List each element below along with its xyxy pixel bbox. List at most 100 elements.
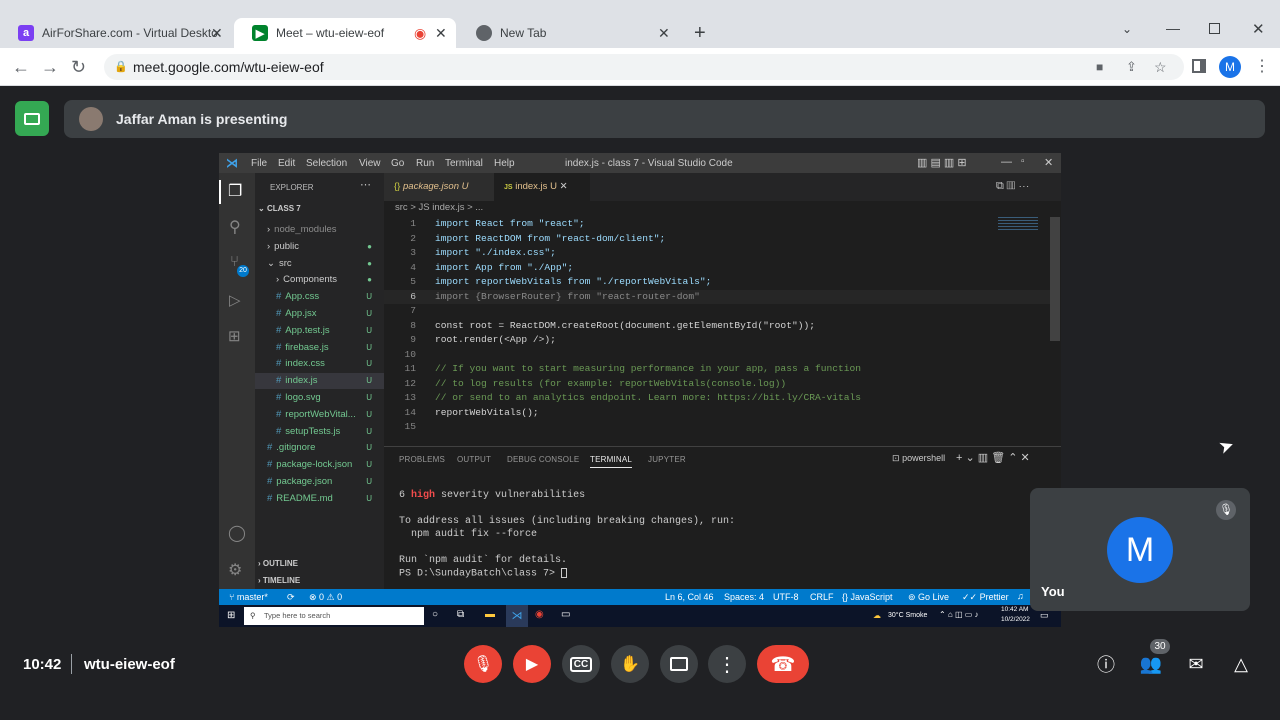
camera-indicator-icon[interactable]: ■ [1096, 54, 1103, 80]
encoding[interactable]: UTF-8 [773, 592, 799, 602]
restore-icon[interactable] [1209, 23, 1220, 34]
terminal-prompt[interactable]: PS D:\SundayBatch\class 7> [399, 568, 568, 580]
vs-close-icon[interactable]: ✕ [1044, 156, 1053, 169]
explorer-more-icon[interactable]: ⋯ [360, 178, 371, 191]
breadcrumb-more[interactable]: > ... [467, 202, 483, 213]
menu-view[interactable]: View [359, 158, 381, 169]
explorer-item[interactable]: # App.css U [255, 289, 384, 305]
go-live[interactable]: ⊚ Go Live [908, 592, 949, 603]
eol[interactable]: CRLF [810, 592, 834, 602]
notifications-icon[interactable]: ♫ [1017, 591, 1024, 601]
forward-arrow-icon[interactable]: → [41, 57, 59, 77]
run-debug-icon[interactable]: ▷ [229, 291, 241, 309]
profile-avatar[interactable]: M [1219, 56, 1241, 78]
chrome-menu-icon[interactable]: ⋮ [1254, 56, 1270, 76]
explorer-item[interactable]: › public ● [255, 239, 384, 255]
minimize-icon[interactable]: — [1166, 20, 1180, 36]
captions-button[interactable]: CC [562, 645, 600, 683]
share-icon[interactable]: ⇪ [1126, 54, 1137, 80]
explorer-item[interactable]: # README.md U [255, 491, 384, 507]
menu-help[interactable]: Help [494, 158, 515, 169]
language-mode[interactable]: {} JavaScript [842, 592, 893, 602]
leave-call-button[interactable]: ☎ [757, 645, 809, 683]
explorer-item[interactable]: # logo.svg U [255, 390, 384, 406]
close-window-icon[interactable]: ✕ [1252, 20, 1265, 38]
explorer-item[interactable]: # .gitignore U [255, 440, 384, 456]
indent-setting[interactable]: Spaces: 4 [724, 592, 764, 602]
menu-go[interactable]: Go [391, 158, 404, 169]
terminal-actions-icons[interactable]: + ⌄ ▥ 🗑 ⌃ ✕ [956, 451, 1030, 464]
breadcrumb-src[interactable]: src [395, 202, 408, 213]
presentation-icon[interactable] [15, 101, 49, 136]
panel-tab-problems[interactable]: PROBLEMS [399, 455, 445, 464]
bookmark-star-icon[interactable]: ☆ [1154, 54, 1167, 80]
problems-count[interactable]: ⊗ 0 ⚠ 0 [309, 592, 342, 603]
explorer-item[interactable]: # firebase.js U [255, 340, 384, 356]
prettier[interactable]: ✓✓ Prettier [962, 592, 1009, 603]
account-icon[interactable]: ◯ [228, 523, 246, 543]
extensions-icon[interactable]: ⊞ [228, 327, 241, 345]
url-field[interactable]: 🔒 meet.google.com/wtu-eiew-eof ■ ⇪ ☆ [104, 54, 1184, 80]
more-options-button[interactable]: ⋮ [708, 645, 746, 683]
taskbar-vscode-icon[interactable]: ⋊ [506, 605, 528, 627]
new-tab-plus-icon[interactable]: + [694, 22, 706, 45]
present-now-button[interactable] [660, 645, 698, 683]
tab-airforshare[interactable]: a AirForShare.com - Virtual Deskto ✕ [0, 18, 232, 48]
menu-run[interactable]: Run [416, 158, 434, 169]
menu-edit[interactable]: Edit [278, 158, 295, 169]
task-view-icon[interactable]: ⧉ [457, 609, 464, 620]
file-explorer-icon[interactable]: ▬ [485, 609, 495, 620]
explorer-item[interactable]: › node_modules [255, 222, 384, 238]
close-tab-icon[interactable]: ✕ [211, 25, 223, 42]
reload-icon[interactable]: ↻ [71, 57, 86, 77]
self-view-tile[interactable]: 🎙 M You [1030, 488, 1250, 611]
panel-tab-debug-console[interactable]: DEBUG CONSOLE [507, 455, 579, 464]
activities-icon[interactable]: △ [1229, 652, 1253, 676]
raise-hand-button[interactable]: ✋ [611, 645, 649, 683]
explorer-item[interactable]: # package-lock.json U [255, 457, 384, 473]
settings-gear-icon[interactable]: ⚙ [228, 560, 242, 580]
editor-scrollbar[interactable] [1050, 217, 1060, 341]
side-panel-icon[interactable] [1192, 59, 1206, 73]
explorer-item[interactable]: › Components ● [255, 272, 384, 288]
cursor-position[interactable]: Ln 6, Col 46 [665, 592, 714, 602]
windows-start-icon[interactable]: ⊞ [227, 610, 235, 621]
menu-terminal[interactable]: Terminal [445, 158, 483, 169]
search-icon[interactable]: ⚲ [229, 217, 241, 237]
breadcrumb-file[interactable]: JS index.js [419, 202, 465, 213]
weather-text[interactable]: 30°C Smoke [888, 612, 927, 619]
mic-off-button[interactable]: 🎙 [464, 645, 502, 683]
taskbar-chrome-icon[interactable]: ◉ [535, 609, 544, 620]
tab-package-json[interactable]: {} package.json U [384, 173, 494, 201]
taskbar-terminal-icon[interactable]: ▭ [561, 609, 570, 620]
explorer-item[interactable]: ⌄ src ● [255, 256, 384, 272]
back-arrow-icon[interactable]: ← [12, 57, 30, 77]
system-tray-icons[interactable]: ⌃ ⌂ ◫ ▭ ♪ [939, 610, 979, 619]
vs-restore-icon[interactable]: ▫ [1021, 156, 1025, 167]
timeline-section[interactable]: › TIMELINE [258, 576, 300, 585]
shell-selector[interactable]: ⊡ powershell [892, 453, 945, 464]
close-editor-icon[interactable]: ✕ [560, 181, 568, 192]
taskbar-time[interactable]: 10:42 AM [1001, 606, 1028, 613]
layout-toggle-icons[interactable]: ▥ ▤ ▥ ⊞ [917, 156, 967, 169]
menu-selection[interactable]: Selection [306, 158, 347, 169]
vs-minimize-icon[interactable]: — [1001, 156, 1012, 168]
code-editor[interactable]: src > JS index.js > ... 1 import React fr… [384, 201, 1061, 446]
tab-search-chevron-icon[interactable]: ⌄ [1122, 22, 1132, 36]
explorer-item[interactable]: # index.css U [255, 356, 384, 372]
chat-icon[interactable]: ✉ [1184, 652, 1208, 676]
people-icon[interactable]: 👥 [1139, 652, 1163, 676]
explorer-item[interactable]: # setupTests.js U [255, 424, 384, 440]
editor-action-icons[interactable]: ⧉ ▥ ⋯ [996, 180, 1029, 193]
git-branch[interactable]: ⑂ master* [229, 592, 268, 602]
explorer-item[interactable]: # index.js U [255, 373, 384, 390]
tab-meet[interactable]: ▶ Meet – wtu-eiew-eof ◉ ✕ [234, 18, 456, 48]
cortana-icon[interactable]: ○ [432, 609, 438, 620]
tab-new-tab[interactable]: New Tab ✕ [458, 18, 678, 48]
outline-section[interactable]: › OUTLINE [258, 559, 298, 568]
tab-index-js[interactable]: JS index.js U ✕ [494, 173, 590, 201]
sync-icon[interactable]: ⟳ [287, 592, 295, 603]
meeting-details-info-icon[interactable]: ⓘ [1094, 652, 1118, 676]
explorer-item[interactable]: # App.test.js U [255, 323, 384, 339]
close-tab-icon[interactable]: ✕ [435, 25, 447, 42]
